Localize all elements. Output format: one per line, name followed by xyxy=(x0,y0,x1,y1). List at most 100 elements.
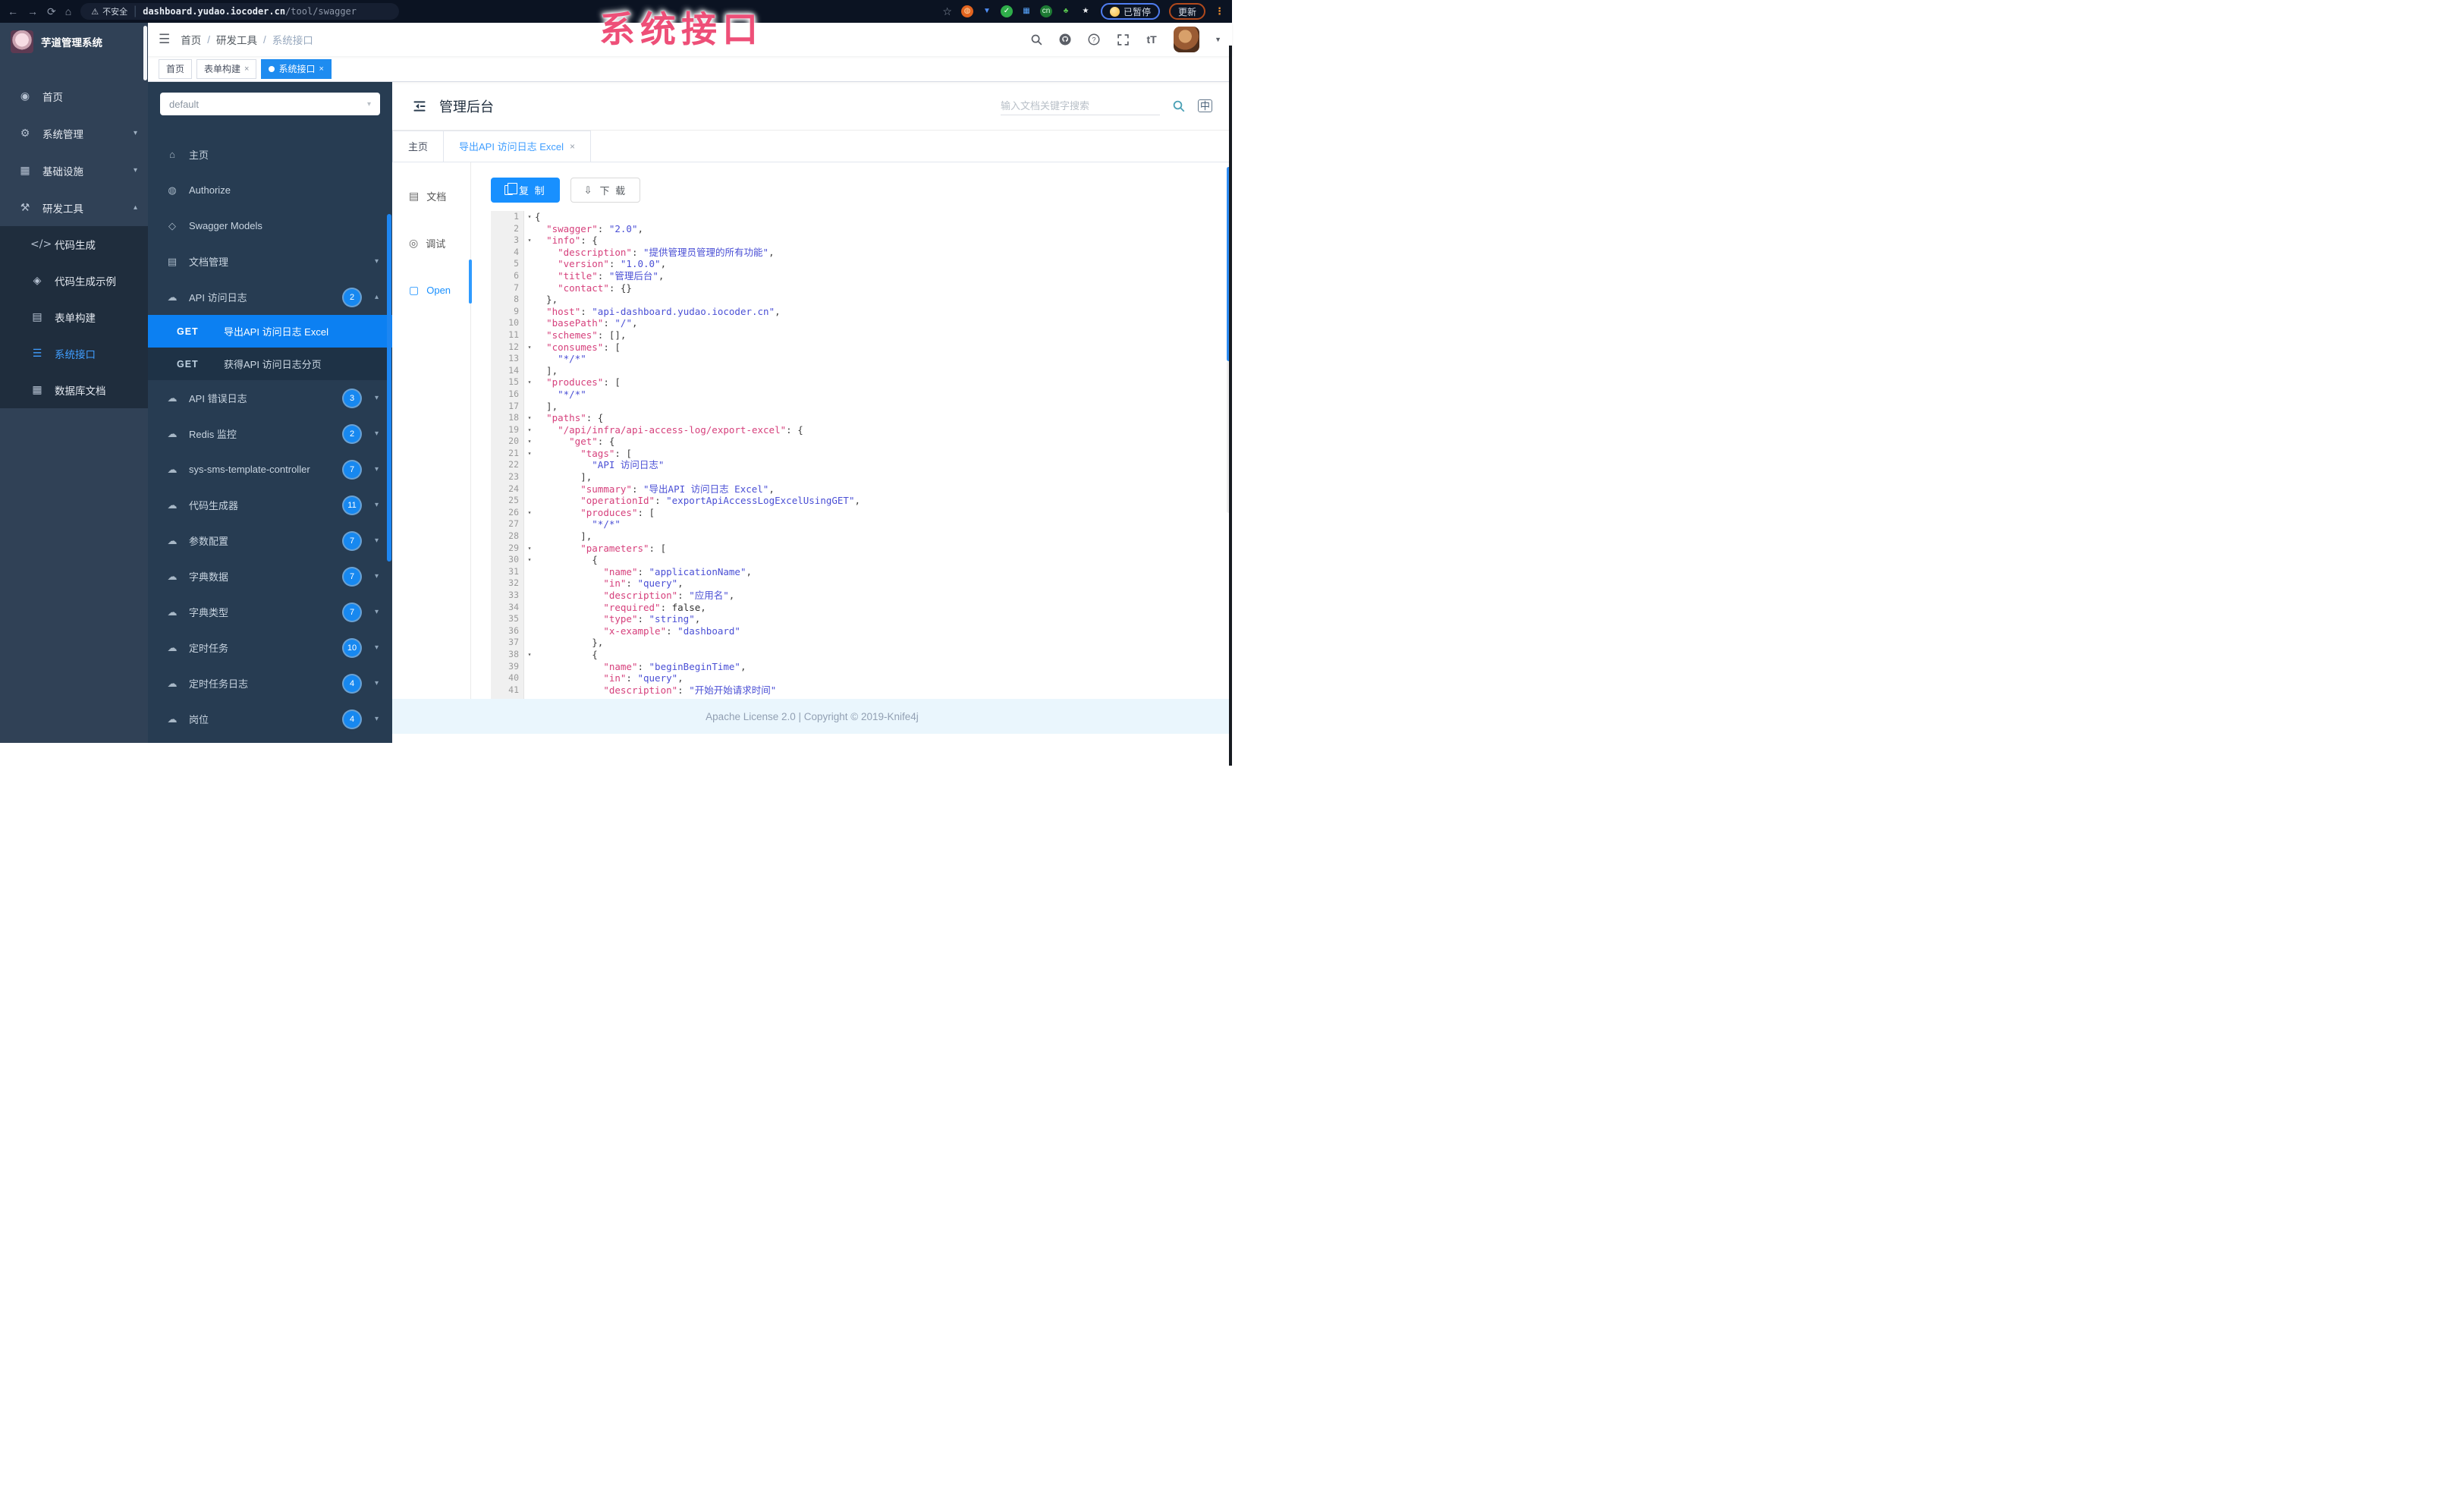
ext-green-check-icon[interactable]: ✓ xyxy=(1000,5,1013,17)
doc-side-tab-Open[interactable]: ▢ Open xyxy=(392,275,470,305)
not-secure-label: 不安全 xyxy=(102,8,128,17)
collapse-sidebar-icon[interactable] xyxy=(412,99,427,113)
logo-row[interactable]: 芋道管理系统 xyxy=(0,23,148,61)
fold-icon[interactable]: ▾ xyxy=(524,543,535,555)
sidebar-subitem-1[interactable]: ◈ 代码生成示例 xyxy=(0,263,148,299)
bookmark-star-icon[interactable]: ☆ xyxy=(942,6,952,17)
fullscreen-icon[interactable] xyxy=(1116,33,1130,46)
api-group-8[interactable]: ☁ 定时任务日志 4 ▾ xyxy=(148,665,392,701)
line-number: 26 xyxy=(508,506,519,518)
sidebar-subitem-0[interactable]: </> 代码生成 xyxy=(0,226,148,263)
update-button[interactable]: 更新 xyxy=(1168,3,1205,20)
fold-icon[interactable]: ▾ xyxy=(524,436,535,448)
fold-icon[interactable]: ▾ xyxy=(524,211,535,223)
copy-button[interactable]: 复 制 xyxy=(491,178,560,203)
browser-menu-icon[interactable]: ⋮ xyxy=(1215,5,1224,17)
api-group-9[interactable]: ☁ 岗位 4 ▾ xyxy=(148,701,392,737)
api-item-label: 岗位 xyxy=(189,714,209,725)
doc-tab-主页[interactable]: 主页 xyxy=(392,131,445,162)
fold-icon[interactable]: ▾ xyxy=(524,341,535,354)
api-operation-1[interactable]: GET 获得API 访问日志分页 xyxy=(148,348,392,380)
close-icon[interactable]: × xyxy=(570,131,575,162)
api-group-1[interactable]: ☁ Redis 监控 2 ▾ xyxy=(148,416,392,451)
ext-grid-icon[interactable]: ▦ xyxy=(1020,5,1032,17)
user-menu-caret-icon[interactable]: ▼ xyxy=(1215,36,1221,43)
close-icon[interactable]: × xyxy=(244,64,249,74)
api-group-4[interactable]: ☁ 参数配置 7 ▾ xyxy=(148,523,392,558)
sidebar-item-1[interactable]: ⚙ 系统管理 ▾ xyxy=(0,115,148,152)
fold-icon[interactable]: ▾ xyxy=(524,649,535,661)
breadcrumb-item[interactable]: 首页 xyxy=(181,32,201,47)
doc-tab-导出API 访问日志 Excel[interactable]: 导出API 访问日志 Excel × xyxy=(443,131,591,162)
ext-star-icon[interactable]: ★ xyxy=(1080,5,1092,17)
api-item-label: 定时任务 xyxy=(189,643,229,654)
api-group-6[interactable]: ☁ 字典类型 7 ▾ xyxy=(148,594,392,630)
back-icon[interactable]: ← xyxy=(8,6,18,17)
sidebar-item-3[interactable]: ⚒ 研发工具 ▴ xyxy=(0,189,148,226)
api-sidebar-item-3[interactable]: ▤ 文档管理 ▾ xyxy=(148,244,392,279)
code-content: "produces": [ xyxy=(580,506,655,518)
api-sidebar-item-1[interactable]: ◍ Authorize xyxy=(148,172,392,208)
language-toggle-icon[interactable]: 中 xyxy=(1197,99,1212,112)
line-number: 19 xyxy=(508,423,519,435)
sidebar-item-2[interactable]: ▦ 基础设施 ▾ xyxy=(0,152,148,189)
api-sidebar-item-0[interactable]: ⌂ 主页 xyxy=(148,137,392,172)
api-sidebar-item-4[interactable]: ☁ API 访问日志 2 ▴ xyxy=(148,279,392,315)
tag-系统接口[interactable]: 系统接口 × xyxy=(261,58,332,79)
user-avatar[interactable] xyxy=(1174,27,1200,52)
fold-icon[interactable]: ▾ xyxy=(524,376,535,389)
code-content: "summary": "导出API 访问日志 Excel", xyxy=(580,483,775,495)
ext-orange-icon[interactable]: ◍ xyxy=(960,5,973,17)
ext-cn-icon[interactable]: cn xyxy=(1039,5,1052,17)
home-icon[interactable]: ⌂ xyxy=(65,6,71,17)
api-group-7[interactable]: ☁ 定时任务 10 ▾ xyxy=(148,630,392,665)
address-bar[interactable]: ⚠ 不安全 | dashboard.yudao.iocoder.cn/tool/… xyxy=(80,3,400,20)
sidebar-subitem-2[interactable]: ▤ 表单构建 xyxy=(0,299,148,335)
count-badge: 4 xyxy=(344,675,360,692)
search-icon[interactable] xyxy=(1029,33,1043,46)
line-number: 32 xyxy=(508,577,519,589)
fold-icon[interactable]: ▾ xyxy=(524,554,535,566)
api-operation-0[interactable]: GET 导出API 访问日志 Excel xyxy=(148,315,392,348)
api-group-2[interactable]: ☁ sys-sms-template-controller 7 ▾ xyxy=(148,451,392,487)
help-icon[interactable]: ? xyxy=(1087,33,1101,46)
breadcrumb-item[interactable]: 研发工具 xyxy=(216,32,257,47)
sidebar-subitem-4[interactable]: ▦ 数据库文档 xyxy=(0,372,148,408)
api-sidebar-scrollbar-thumb[interactable] xyxy=(387,214,391,562)
api-group-5[interactable]: ☁ 字典数据 7 ▾ xyxy=(148,558,392,594)
doc-search-input[interactable] xyxy=(1000,96,1160,115)
operation-label: 导出API 访问日志 Excel xyxy=(224,326,328,338)
forward-icon[interactable]: → xyxy=(27,6,38,17)
api-sidebar-item-2[interactable]: ◇ Swagger Models xyxy=(148,208,392,244)
doc-side-tab-文档[interactable]: ▤ 文档 xyxy=(392,181,470,211)
sidebar-subitem-3[interactable]: ☰ 系统接口 xyxy=(0,335,148,372)
fold-icon[interactable]: ▾ xyxy=(524,234,535,247)
fold-icon[interactable]: ▾ xyxy=(524,507,535,519)
sidebar-item-0[interactable]: ◉ 首页 xyxy=(0,77,148,115)
api-group-select[interactable]: default ▾ xyxy=(160,93,380,115)
swagger-json-editor[interactable]: 1 ▾{2 "swagger": "2.0", 3 ▾ "info": {4 "des… xyxy=(491,211,1218,699)
hamburger-icon[interactable]: ☰ xyxy=(159,32,170,47)
count-badge: 7 xyxy=(344,532,360,549)
paused-extension-badge[interactable]: 已暂停 xyxy=(1100,3,1160,20)
close-icon[interactable]: × xyxy=(319,64,323,74)
tag-表单构建[interactable]: 表单构建 × xyxy=(196,58,257,79)
fold-icon[interactable]: ▾ xyxy=(524,412,535,424)
api-group-3[interactable]: ☁ 代码生成器 11 ▾ xyxy=(148,487,392,523)
ext-pin-icon[interactable]: ▼ xyxy=(981,5,993,17)
reload-icon[interactable]: ⟳ xyxy=(47,6,56,17)
fold-icon[interactable]: ▾ xyxy=(524,424,535,436)
not-secure-badge[interactable]: ⚠ 不安全 xyxy=(91,5,127,17)
download-button[interactable]: ⇩ 下 载 xyxy=(570,178,641,203)
fold-icon[interactable]: ▾ xyxy=(524,448,535,460)
ext-leaf-icon[interactable]: ♣ xyxy=(1060,5,1072,17)
doc-search-icon[interactable] xyxy=(1172,99,1186,113)
api-group-0[interactable]: ☁ API 错误日志 3 ▾ xyxy=(148,380,392,416)
github-icon[interactable] xyxy=(1058,33,1072,46)
tag-首页[interactable]: 首页 xyxy=(159,58,193,79)
doc-side-tab-调试[interactable]: ◎ 调试 xyxy=(392,228,470,258)
font-size-icon[interactable]: tT xyxy=(1145,33,1158,46)
sidebar-scrollbar-thumb[interactable] xyxy=(143,26,147,80)
